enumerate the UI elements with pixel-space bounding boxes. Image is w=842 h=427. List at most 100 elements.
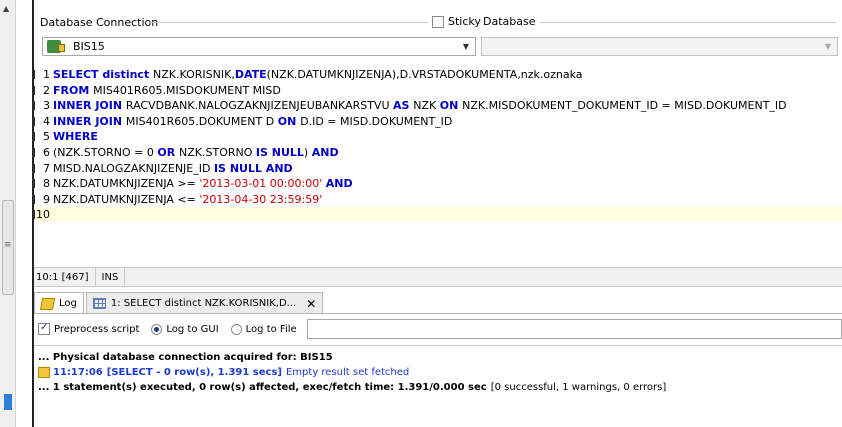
close-icon[interactable]: ✕ xyxy=(306,297,316,311)
line-marker xyxy=(32,132,35,142)
line-number: 7 xyxy=(43,161,50,175)
selection-marker xyxy=(4,394,12,410)
line-marker xyxy=(32,194,35,204)
line-number: 5 xyxy=(43,130,50,144)
line-marker xyxy=(32,70,35,79)
log-line-connection: ... Physical database connection acquire… xyxy=(38,350,333,365)
preprocess-label: Preprocess script xyxy=(54,323,140,335)
line-marker xyxy=(32,85,35,95)
connection-select[interactable]: BIS15 ▼ xyxy=(42,37,476,56)
sql-keyword: AND xyxy=(325,177,353,191)
code-line[interactable]: 5 WHERE xyxy=(32,129,842,144)
editor-status-bar: 10:1 [467] INS xyxy=(34,267,842,287)
sql-text: NZK.MISDOKUMENT_DOKUMENT_ID = MISD.DOKUM… xyxy=(462,99,787,113)
chevron-down-icon[interactable]: ▼ xyxy=(825,42,831,51)
sql-text: MIS401R605.DOKUMENT D xyxy=(125,114,278,128)
sql-text: ) xyxy=(303,146,312,159)
log-select-summary: [SELECT - 0 row(s), 1.391 secs] xyxy=(106,367,282,378)
log-icon xyxy=(39,297,56,310)
sql-keyword: OR xyxy=(157,146,180,159)
sql-keyword: INNER JOIN xyxy=(53,114,126,128)
preprocess-checkbox[interactable] xyxy=(38,322,50,335)
code-line[interactable]: 2 FROM MIS401R605.MISDOKUMENT MISD xyxy=(32,83,842,98)
sql-text: NZK.DATUMKNJIZENJA <= xyxy=(53,192,200,206)
log-time: 11:17:06 xyxy=(53,367,103,378)
line-number: 9 xyxy=(43,192,50,206)
log-connection-text: ... Physical database connection acquire… xyxy=(38,352,333,363)
sticky-label: Sticky xyxy=(448,15,481,28)
log-entry-icon xyxy=(38,367,50,378)
database-legend: Database xyxy=(483,15,536,28)
log-to-gui-radio[interactable] xyxy=(151,323,163,335)
scroll-up-arrow-icon[interactable]: ▲ xyxy=(3,4,9,13)
sql-keyword: SELECT distinct xyxy=(53,68,154,81)
connection-legend: Database Connection xyxy=(40,15,159,29)
sql-keyword: ON xyxy=(277,114,301,128)
sql-text: MIS401R605.MISDOKUMENT MISD xyxy=(93,83,281,97)
log-select-detail: Empty result set fetched xyxy=(285,367,410,378)
results-tabs: Log 1: SELECT distinct NZK.KORISNIK,D...… xyxy=(34,292,325,314)
sql-text: MISD.NALOGZAKNJIZENJE_ID xyxy=(53,161,214,175)
database-select[interactable]: ▼ xyxy=(481,37,838,56)
code-line[interactable]: 8 NZK.DATUMKNJIZENJA >= '2013-03-01 00:00… xyxy=(32,176,842,191)
sql-text: RACVDBANK.NALOGZAKNJIZENJEUBANKARSTVU xyxy=(125,99,394,113)
line-marker xyxy=(32,210,35,220)
line-number: 8 xyxy=(43,177,50,191)
code-line[interactable]: 4 INNER JOIN MIS401R605.DOKUMENT D ON D.I… xyxy=(32,114,842,129)
sql-keyword: AND xyxy=(311,146,339,159)
database-connection-icon xyxy=(47,40,65,53)
grip-icon: ≡ xyxy=(4,240,12,250)
line-number: 10 xyxy=(36,208,50,222)
line-marker xyxy=(32,179,35,189)
sql-keyword: AS xyxy=(393,99,414,113)
line-number: 2 xyxy=(43,83,50,97)
log-line-summary: ... 1 statement(s) executed, 0 row(s) af… xyxy=(38,380,666,395)
sticky-toggle[interactable]: Sticky xyxy=(432,15,481,28)
log-filename-input[interactable] xyxy=(307,319,842,339)
log-options: Preprocess script Log to GUI Log to File xyxy=(38,319,297,339)
line-marker xyxy=(32,101,35,111)
line-number: 4 xyxy=(43,114,50,128)
chevron-down-icon[interactable]: ▼ xyxy=(463,42,469,51)
sql-keyword: ON xyxy=(439,99,463,113)
left-scrollbar[interactable]: ▲ ≡ xyxy=(0,0,16,427)
code-line[interactable]: 1 SELECT distinct NZK.KORISNIK, DATE (NZK.D… xyxy=(32,67,842,82)
sql-string: '2013-04-30 23:59:59' xyxy=(199,192,323,206)
code-line[interactable]: 7 MISD.NALOGZAKNJIZENJE_ID IS NULL AND xyxy=(32,161,842,176)
sql-string: '2013-03-01 00:00:00' xyxy=(199,177,326,191)
sql-keyword: IS NULL AND xyxy=(213,161,293,175)
grid-icon xyxy=(92,298,106,309)
sql-keyword: WHERE xyxy=(53,130,98,144)
log-line-select: 11:17:06 [SELECT - 0 row(s), 1.391 secs]… xyxy=(38,365,409,380)
sticky-checkbox[interactable] xyxy=(432,15,444,28)
sql-text: NZK.KORISNIK, xyxy=(153,68,235,81)
line-marker xyxy=(32,116,35,126)
sql-text: NZK.STORNO xyxy=(179,146,256,159)
sql-keyword: DATE xyxy=(234,68,267,81)
log-output: ... Physical database connection acquire… xyxy=(34,345,842,427)
connection-legend-line xyxy=(148,22,428,23)
sql-text: NZK.DATUMKNJIZENJA >= xyxy=(53,177,200,191)
tab-log[interactable]: Log xyxy=(34,292,84,314)
line-number: 1 xyxy=(43,68,50,81)
sql-keyword: INNER JOIN xyxy=(53,99,126,113)
code-line[interactable]: 3 INNER JOIN RACVDBANK.NALOGZAKNJIZENJEUB… xyxy=(32,98,842,113)
log-summary-detail: [0 successful, 1 warnings, 0 errors] xyxy=(490,382,667,393)
sql-text: D.ID = MISD.DOKUMENT_ID xyxy=(300,114,453,128)
sql-editor[interactable]: 1 SELECT distinct NZK.KORISNIK, DATE (NZK.D… xyxy=(32,63,842,261)
sql-keyword: FROM xyxy=(53,83,94,97)
sql-text: (NZK.STORNO = 0 xyxy=(53,146,158,159)
log-to-gui-label: Log to GUI xyxy=(166,323,219,335)
connection-value: BIS15 xyxy=(73,40,105,53)
sql-keyword: IS NULL xyxy=(255,146,304,159)
tab-result-1[interactable]: 1: SELECT distinct NZK.KORISNIK,D... ✕ xyxy=(85,292,324,314)
database-legend-line xyxy=(540,22,836,23)
line-number: 3 xyxy=(43,99,50,113)
code-line[interactable]: 10 xyxy=(32,207,842,223)
log-to-file-label: Log to File xyxy=(245,323,297,335)
code-line[interactable]: 6 (NZK.STORNO = 0 OR NZK.STORNO IS NULL) … xyxy=(32,145,842,160)
line-marker xyxy=(32,163,35,173)
log-to-file-radio[interactable] xyxy=(230,323,242,335)
tab-log-label: Log xyxy=(59,298,77,309)
code-line[interactable]: 9 NZK.DATUMKNJIZENJA <= '2013-04-30 23:59… xyxy=(32,192,842,207)
